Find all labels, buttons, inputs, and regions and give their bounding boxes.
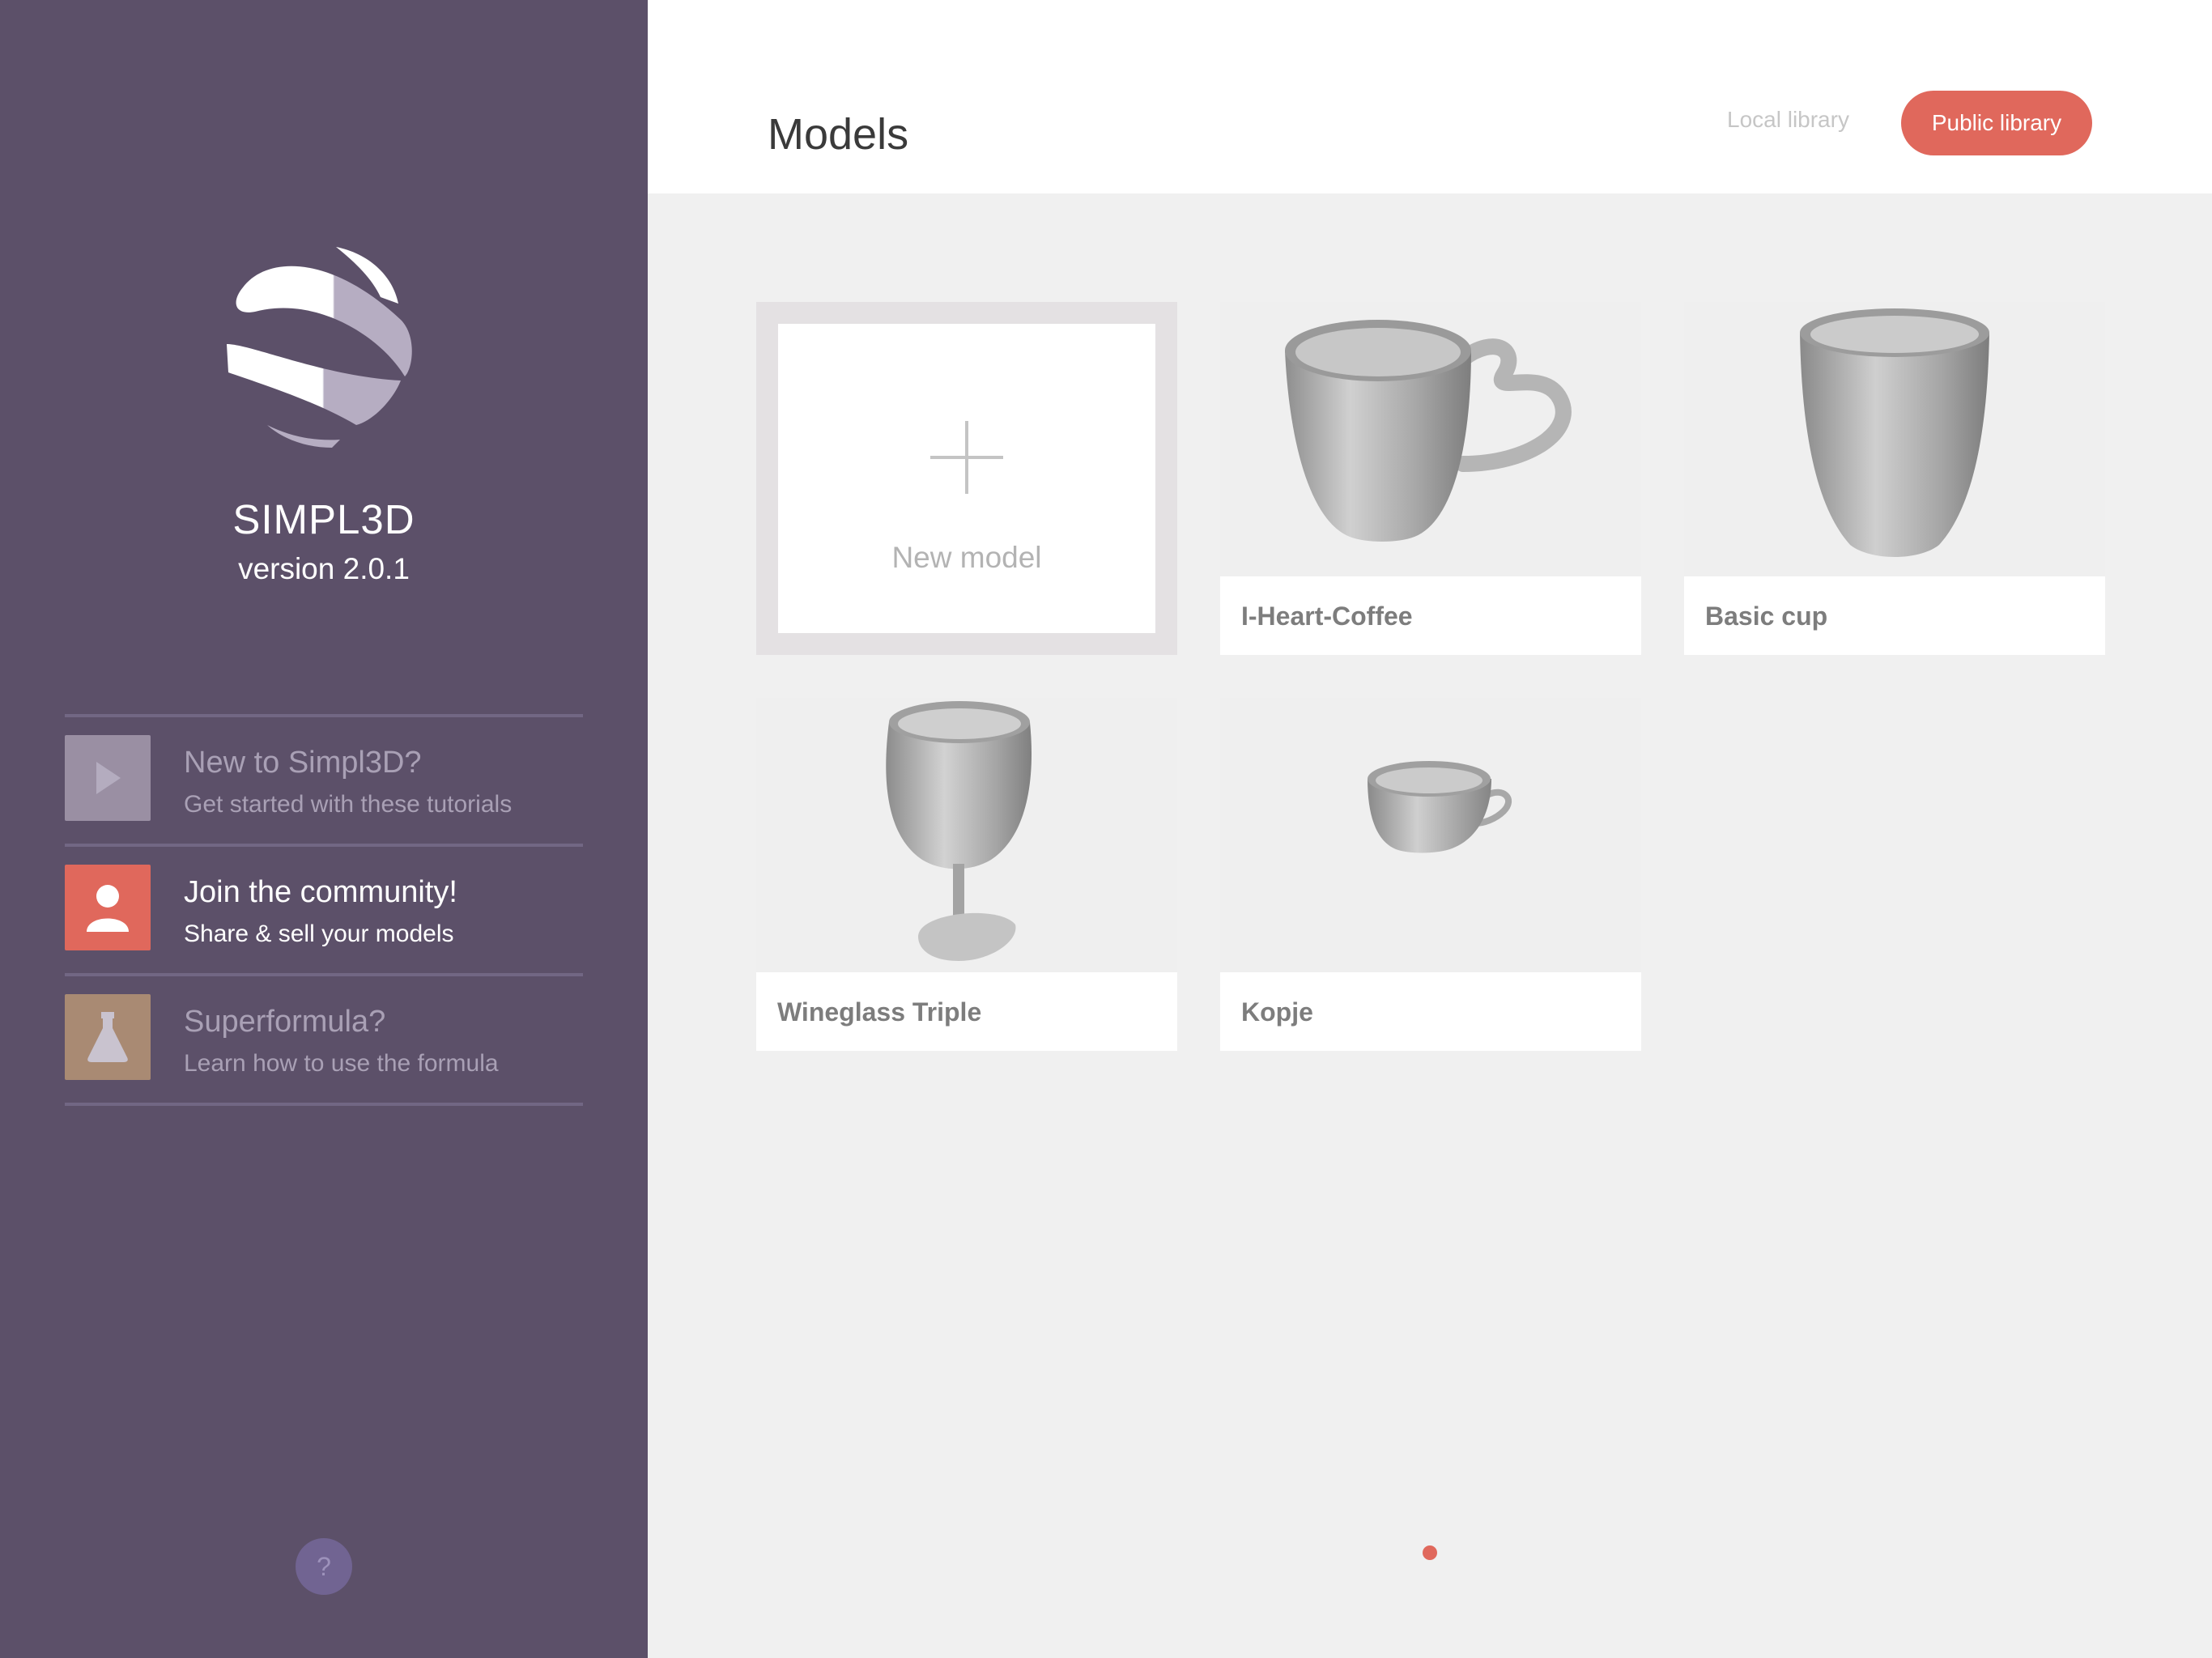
- sidebar-item-subtitle: Share & sell your models: [184, 920, 454, 947]
- model-name: I-Heart-Coffee: [1241, 602, 1413, 631]
- model-card-basic-cup[interactable]: Basic cup: [1684, 302, 2105, 655]
- simpl3d-logo-icon: [227, 247, 412, 448]
- new-model-card[interactable]: New model: [756, 302, 1177, 655]
- new-model-tile: New model: [778, 324, 1155, 633]
- sidebar-menu: New to Simpl3D? Get started with these t…: [65, 714, 583, 1106]
- model-caption: Wineglass Triple: [756, 972, 1177, 1051]
- tab-public-library[interactable]: Public library: [1901, 91, 2092, 155]
- sidebar-item-subtitle: Learn how to use the formula: [184, 1050, 499, 1077]
- sidebar-item-tutorials[interactable]: New to Simpl3D? Get started with these t…: [65, 717, 583, 844]
- model-thumbnail: [1220, 698, 1641, 972]
- sidebar-item-superformula[interactable]: Superformula? Learn how to use the formu…: [65, 976, 583, 1103]
- plus-icon: [930, 421, 1003, 494]
- sidebar: SIMPL3D version 2.0.1 New to Simpl3D? Ge…: [0, 0, 648, 1658]
- model-card-i-heart-coffee[interactable]: I-Heart-Coffee: [1220, 302, 1641, 655]
- sidebar-item-title: Join the community!: [184, 875, 457, 909]
- model-caption: Kopje: [1220, 972, 1641, 1051]
- sidebar-item-subtitle: Get started with these tutorials: [184, 791, 513, 818]
- model-caption: Basic cup: [1684, 576, 2105, 655]
- flask-icon: [65, 994, 151, 1080]
- tab-local-library[interactable]: Local library: [1727, 107, 1849, 133]
- person-icon: [65, 865, 151, 950]
- app-name: SIMPL3D: [232, 496, 415, 542]
- help-button[interactable]: ?: [296, 1538, 352, 1595]
- sidebar-item-community[interactable]: Join the community! Share & sell your mo…: [65, 847, 583, 973]
- model-thumbnail: [1684, 302, 2105, 576]
- play-icon: [65, 735, 151, 821]
- page-indicator-dot[interactable]: [1423, 1545, 1437, 1560]
- model-name: Kopje: [1241, 997, 1313, 1027]
- app-version: version 2.0.1: [238, 552, 410, 585]
- model-card-wineglass-triple[interactable]: Wineglass Triple: [756, 698, 1177, 1051]
- model-name: Wineglass Triple: [777, 997, 982, 1027]
- sidebar-item-title: New to Simpl3D?: [184, 746, 422, 780]
- new-model-label: New model: [891, 541, 1042, 574]
- header: Models Local library Public library: [648, 0, 2212, 193]
- model-thumbnail: [756, 698, 1177, 972]
- sidebar-item-title: Superformula?: [184, 1005, 386, 1039]
- wineglass-icon: [886, 701, 1032, 961]
- model-thumbnail: [1220, 302, 1641, 576]
- model-card-kopje[interactable]: Kopje: [1220, 698, 1641, 1051]
- cup-icon: [1800, 308, 1989, 557]
- model-name: Basic cup: [1705, 602, 1828, 631]
- teacup-icon: [1368, 761, 1512, 853]
- model-caption: I-Heart-Coffee: [1220, 576, 1641, 655]
- page-title: Models: [768, 110, 909, 159]
- divider: [65, 1103, 583, 1106]
- mug-heart-handle-icon: [1285, 320, 1572, 542]
